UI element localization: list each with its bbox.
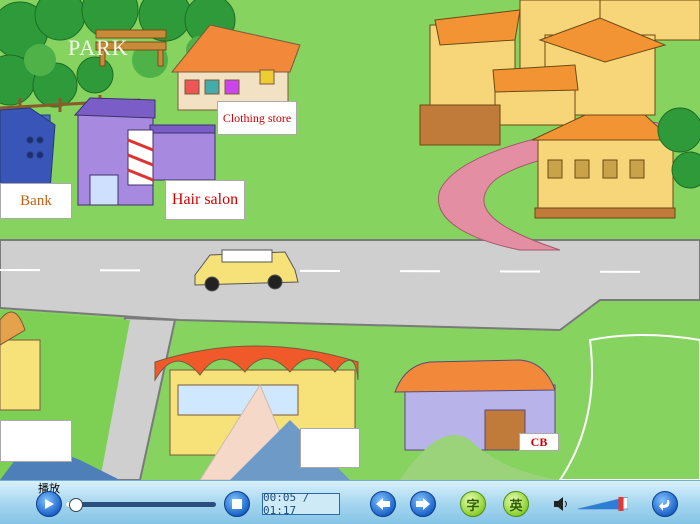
clothing-store-sign-text: Clothing store <box>222 111 292 125</box>
blank-sign-middle <box>300 428 360 468</box>
arrow-left-icon <box>376 498 390 510</box>
park-label: PARK <box>68 35 129 60</box>
partial-shop-sign-text: CB <box>530 435 548 449</box>
arrow-right-icon <box>416 498 430 510</box>
time-display: 00:05 / 01:17 <box>262 491 340 517</box>
play-button[interactable] <box>36 491 62 517</box>
map-scene: PARK Clothing store Bank Hair salon CB <box>0 0 700 480</box>
subtitle-button-label: 字 <box>466 498 480 514</box>
english-button[interactable]: 英 <box>503 491 529 517</box>
progress-knob[interactable] <box>69 498 83 512</box>
bank-sign-text: Bank <box>20 193 52 209</box>
return-icon <box>659 500 670 511</box>
english-button-label: 英 <box>509 498 523 514</box>
bank-building <box>0 107 56 191</box>
stop-icon <box>232 499 242 509</box>
bank-sign: Bank <box>0 183 72 219</box>
previous-button[interactable] <box>370 491 396 517</box>
stop-button[interactable] <box>224 491 250 517</box>
house-right-lower <box>531 114 676 219</box>
hair-salon-sign: Hair salon <box>165 180 245 220</box>
next-button[interactable] <box>410 491 436 517</box>
play-icon <box>45 499 54 509</box>
scene-drawing <box>0 0 700 480</box>
subtitle-button[interactable]: 字 <box>460 491 486 517</box>
return-button[interactable] <box>652 491 678 517</box>
hair-salon-sign-text: Hair salon <box>171 191 239 208</box>
progress-slider[interactable] <box>66 498 216 512</box>
blank-sign-left <box>0 420 72 462</box>
speaker-icon[interactable] <box>552 495 570 513</box>
volume-slider[interactable] <box>578 497 628 511</box>
partial-shop-sign: CB <box>519 433 559 451</box>
clothing-store-sign: Clothing store <box>217 101 297 135</box>
